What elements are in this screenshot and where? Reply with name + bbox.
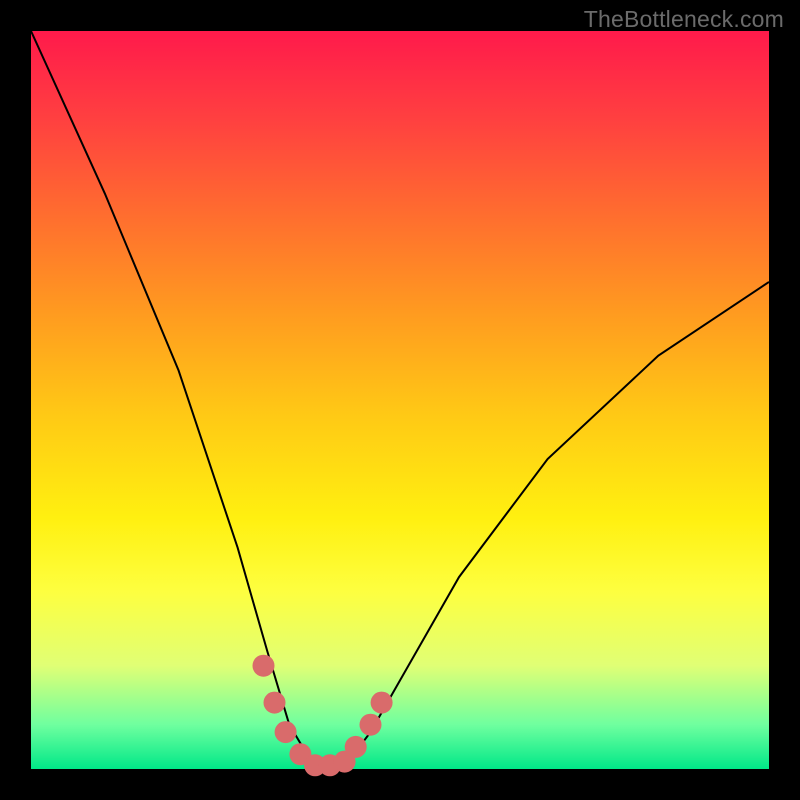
optimal-marker	[360, 714, 382, 736]
watermark-text: TheBottleneck.com	[584, 6, 784, 33]
chart-svg	[31, 31, 769, 769]
chart-frame: TheBottleneck.com	[0, 0, 800, 800]
plot-area	[31, 31, 769, 769]
optimal-marker	[275, 721, 297, 743]
optimal-marker	[371, 692, 393, 714]
optimal-marker	[264, 692, 286, 714]
optimal-marker	[345, 736, 367, 758]
optimal-marker	[253, 655, 275, 677]
bottleneck-curve	[31, 31, 769, 769]
